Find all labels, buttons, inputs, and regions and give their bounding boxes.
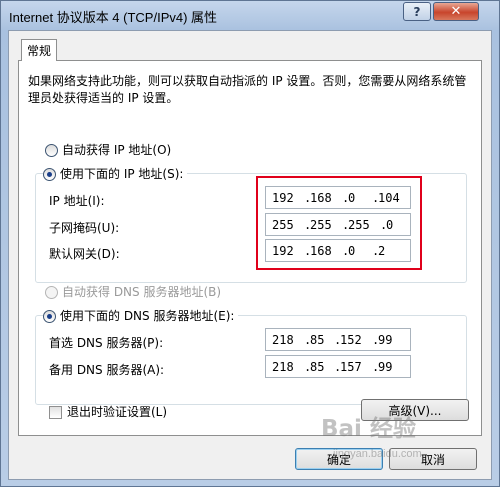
- red-highlight-box: [256, 176, 422, 270]
- dns-manual-radio[interactable]: [43, 310, 56, 323]
- validate-option[interactable]: 退出时验证设置(L): [49, 403, 167, 420]
- validate-checkbox[interactable]: [49, 406, 62, 419]
- ip-manual-radio[interactable]: [43, 168, 56, 181]
- dns-manual-label: 使用下面的 DNS 服务器地址(E):: [60, 309, 235, 323]
- dialog-body: 常规 如果网络支持此功能，则可以获取自动指派的 IP 设置。否则，您需要从网络系…: [8, 30, 492, 480]
- tab-general[interactable]: 常规: [21, 39, 57, 61]
- close-button[interactable]: ✕: [433, 2, 479, 21]
- tab-panel-general: 如果网络支持此功能，则可以获取自动指派的 IP 设置。否则，您需要从网络系统管理…: [18, 60, 482, 436]
- ip-auto-radio[interactable]: [45, 144, 58, 157]
- ip-auto-label: 自动获得 IP 地址(O): [62, 143, 172, 157]
- gateway-label: 默认网关(D):: [49, 247, 120, 261]
- watermark-url: jingyan.baidu.com: [333, 448, 422, 460]
- preferred-dns-field[interactable]: 218. 85. 152. 99: [265, 328, 411, 351]
- ip-manual-option[interactable]: 使用下面的 IP 地址(S):: [43, 165, 188, 182]
- ip-auto-option[interactable]: 自动获得 IP 地址(O): [45, 141, 171, 158]
- alternate-dns-label: 备用 DNS 服务器(A):: [49, 363, 165, 377]
- description-text: 如果网络支持此功能，则可以获取自动指派的 IP 设置。否则，您需要从网络系统管理…: [28, 74, 467, 105]
- subnet-mask-label: 子网掩码(U):: [49, 221, 120, 235]
- help-icon: ?: [413, 4, 421, 19]
- ip-manual-label: 使用下面的 IP 地址(S):: [60, 167, 184, 181]
- dns-auto-label: 自动获得 DNS 服务器地址(B): [62, 285, 222, 299]
- title-bar[interactable]: Internet 协议版本 4 (TCP/IPv4) 属性 ? ✕: [1, 1, 499, 31]
- validate-label: 退出时验证设置(L): [67, 405, 168, 419]
- help-button[interactable]: ?: [403, 2, 431, 21]
- dns-manual-option[interactable]: 使用下面的 DNS 服务器地址(E):: [43, 307, 239, 324]
- alternate-dns-field[interactable]: 218. 85. 157. 99: [265, 355, 411, 378]
- window-title: Internet 协议版本 4 (TCP/IPv4) 属性: [9, 10, 218, 25]
- ip-address-label: IP 地址(I):: [49, 194, 105, 208]
- dns-auto-option[interactable]: 自动获得 DNS 服务器地址(B): [45, 283, 221, 300]
- preferred-dns-label: 首选 DNS 服务器(P):: [49, 336, 164, 350]
- close-icon: ✕: [450, 4, 462, 19]
- dialog-window: Internet 协议版本 4 (TCP/IPv4) 属性 ? ✕ 常规 如果网…: [0, 0, 500, 487]
- dns-auto-radio[interactable]: [45, 286, 58, 299]
- watermark-logo: Bai 经验: [321, 416, 416, 442]
